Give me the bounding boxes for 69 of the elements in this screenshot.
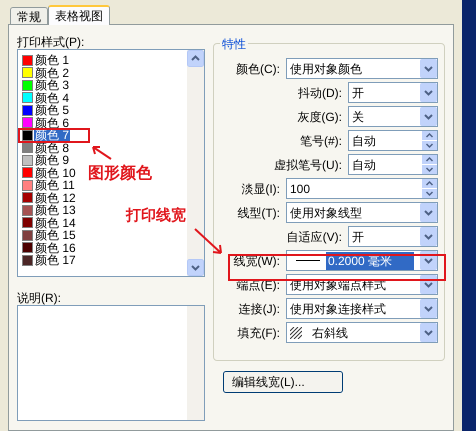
field-label: 颜色(C): [235, 60, 281, 78]
field-label: 笔号(#): [299, 132, 343, 150]
group-title: 特性 [220, 35, 248, 53]
tab[interactable]: 常规 [10, 7, 48, 24]
list-item[interactable]: 颜色 2 [34, 66, 70, 79]
spin-field[interactable]: 100 [286, 178, 438, 199]
list-item[interactable]: 颜色 12 [34, 192, 77, 204]
field-value: 使用对象线型 [290, 204, 363, 222]
scroll-down-icon[interactable] [187, 259, 204, 276]
dropdown-field[interactable]: 0.2000 毫米 [286, 250, 438, 271]
field-value: 开 [352, 228, 365, 246]
field-value: 使用对象颜色 [290, 60, 363, 78]
field-value: 右斜线 [312, 324, 349, 342]
dropdown-field[interactable]: 右斜线 [286, 322, 438, 343]
field-label: 自适应(V): [286, 228, 343, 246]
spin-field[interactable]: 自动 [348, 154, 438, 175]
annotation-label: 打印线宽 [126, 206, 186, 226]
tab[interactable]: 表格视图 [48, 5, 110, 25]
field-value: 关 [352, 108, 365, 126]
list-item[interactable]: 颜色 8 [34, 142, 70, 154]
list-item[interactable]: 颜色 6 [34, 116, 70, 129]
list-item[interactable]: 颜色 7 [34, 129, 70, 142]
field-label: 连接(J): [238, 300, 281, 318]
dropdown-field[interactable]: 使用对象颜色 [286, 58, 438, 79]
field-value: 使用对象连接样式 [290, 300, 387, 318]
scroll-up-icon[interactable] [187, 50, 204, 67]
dropdown-field[interactable]: 使用对象线型 [286, 202, 438, 223]
field-label: 线宽(W): [232, 252, 281, 270]
field-value: 开 [352, 84, 365, 102]
list-item[interactable]: 颜色 10 [34, 166, 77, 179]
field-label: 虚拟笔号(U): [273, 156, 343, 174]
field-label: 抖动(D): [297, 84, 343, 102]
list-item[interactable]: 颜色 13 [34, 204, 77, 216]
arrow-icon [90, 144, 112, 160]
field-value: 自动 [352, 156, 377, 174]
field-value: 自动 [352, 132, 377, 150]
line-sample-icon [296, 260, 320, 261]
list-item[interactable]: 颜色 5 [34, 104, 70, 116]
field-label: 淡显(I): [240, 180, 281, 198]
field-label: 填充(F): [236, 324, 281, 342]
description-field[interactable] [17, 305, 205, 421]
list-item[interactable]: 颜色 17 [34, 254, 77, 266]
dropdown-field[interactable]: 开 [348, 82, 438, 103]
dropdown-field[interactable]: 开 [348, 226, 438, 247]
spin-buttons-icon[interactable] [422, 131, 437, 150]
spin-buttons-icon[interactable] [422, 155, 437, 174]
dropdown-field[interactable]: 关 [348, 106, 438, 127]
dropdown-field[interactable]: 使用对象连接样式 [286, 298, 438, 319]
field-value: 100 [290, 180, 312, 198]
arrow-icon [194, 228, 224, 256]
field-label: 灰度(G): [296, 108, 343, 126]
description-label: 说明(R): [17, 290, 62, 305]
list-item[interactable]: 颜色 4 [34, 92, 70, 104]
list-item[interactable]: 颜色 9 [34, 154, 70, 166]
hatch-pattern-icon [290, 326, 302, 338]
list-label: 打印样式(P): [17, 34, 86, 49]
list-item[interactable]: 颜色 3 [34, 79, 70, 92]
list-item[interactable]: 颜色 11 [34, 179, 76, 192]
list-item[interactable]: 颜色 16 [34, 242, 77, 254]
spin-field[interactable]: 自动 [348, 130, 438, 151]
list-item[interactable]: 颜色 15 [34, 229, 77, 242]
annotation-label: 图形颜色 [88, 163, 152, 184]
highlight-frame [18, 128, 90, 143]
spin-buttons-icon[interactable] [422, 179, 437, 198]
scrollbar[interactable] [187, 50, 204, 276]
list-item[interactable]: 颜色 1 [34, 54, 70, 66]
field-label: 线型(T): [236, 204, 281, 222]
list-item[interactable]: 颜色 14 [34, 216, 77, 229]
edit-lineweight-button[interactable]: 编辑线宽(L)... [223, 371, 343, 393]
